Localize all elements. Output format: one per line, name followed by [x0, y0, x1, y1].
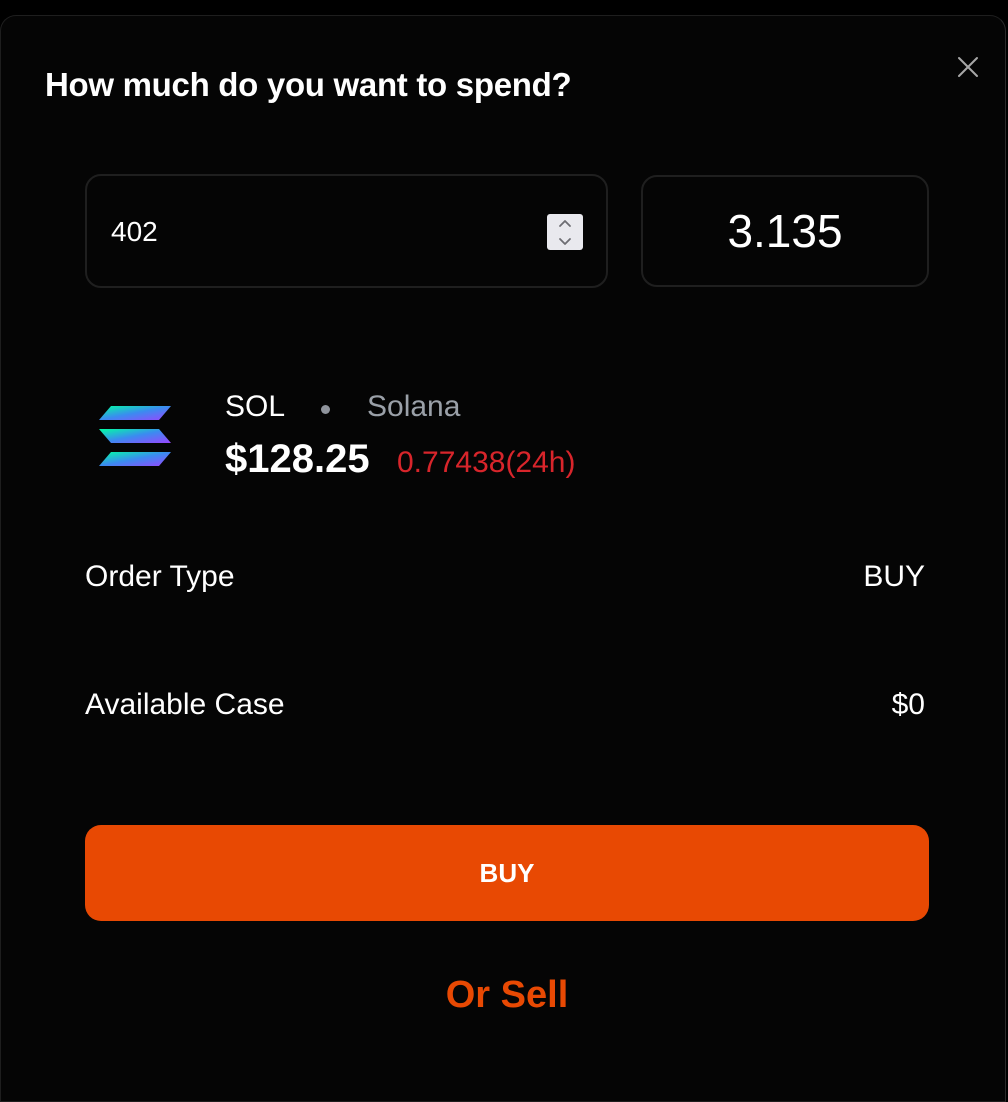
available-cash-label: Available Case	[85, 688, 285, 721]
amount-input[interactable]	[111, 210, 511, 254]
token-symbol: SOL	[225, 390, 286, 423]
separator-dot	[321, 405, 330, 414]
amount-stepper[interactable]	[547, 214, 583, 250]
solana-logo-icon	[99, 406, 171, 466]
token-price-change: 0.77438(24h)	[397, 446, 576, 479]
token-price: $128.25	[225, 437, 370, 481]
dialog-title: How much do you want to spend?	[45, 66, 572, 103]
spend-dialog: How much do you want to spend? 3.135	[0, 15, 1006, 1102]
stepper-down-button[interactable]	[547, 232, 583, 250]
sell-link[interactable]: Or Sell	[85, 974, 929, 1017]
amount-field	[85, 174, 608, 288]
order-type-label: Order Type	[85, 560, 235, 593]
token-quantity-field[interactable]: 3.135	[641, 175, 929, 287]
token-name: Solana	[367, 390, 461, 423]
close-button[interactable]	[953, 52, 983, 82]
order-type-value: BUY	[863, 560, 925, 593]
available-cash-value: $0	[891, 688, 925, 721]
close-icon	[958, 57, 978, 77]
token-quantity-value: 3.135	[727, 205, 843, 257]
stepper-up-button[interactable]	[547, 214, 583, 232]
buy-button[interactable]: BUY	[85, 825, 929, 921]
chevron-down-icon	[559, 237, 571, 245]
chevron-up-icon	[559, 219, 571, 227]
